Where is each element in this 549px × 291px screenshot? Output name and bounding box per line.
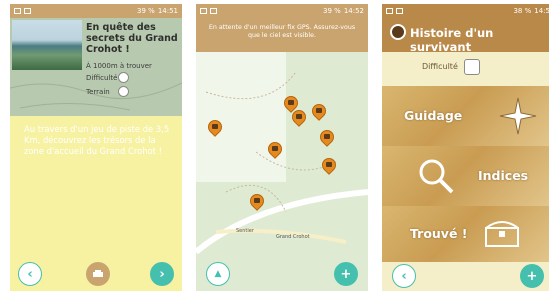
image-icon xyxy=(396,8,403,14)
clock: 14:5 xyxy=(534,7,549,15)
notification-icon xyxy=(386,8,393,14)
treasure-chest-icon xyxy=(485,221,519,247)
gps-banner: En attente d'un meilleur fix GPS. Assure… xyxy=(196,18,368,52)
car-icon xyxy=(93,270,103,277)
add-button[interactable]: + xyxy=(520,264,544,288)
magnifier-icon xyxy=(419,159,454,194)
difficulty-icon xyxy=(118,72,129,83)
trouve-button[interactable]: Trouvé ! xyxy=(382,206,549,262)
screen-adventure-detail: 39 % 14:51 En quête des secrets du Grand… xyxy=(10,4,182,291)
difficulty-icon xyxy=(464,59,480,75)
difficulty-label: Difficulté xyxy=(86,74,118,82)
image-icon xyxy=(24,8,31,14)
prev-button[interactable]: ‹ xyxy=(392,264,416,288)
distance-text: À 1000m à trouver xyxy=(86,62,152,70)
cache-marker[interactable] xyxy=(317,127,337,148)
cache-marker[interactable] xyxy=(205,117,225,138)
add-button[interactable]: + xyxy=(334,262,358,286)
map-view[interactable]: Grand Crohot Sentier xyxy=(196,52,368,291)
notification-icon xyxy=(200,8,207,14)
status-bar: 39 % 14:51 xyxy=(10,4,182,18)
notification-icon xyxy=(14,8,21,14)
adventure-title: En quête des secrets du Grand Crohot ! xyxy=(86,22,178,55)
cache-marker[interactable] xyxy=(265,139,285,160)
screen-cache-actions: 38 % 14:5 Histoire d'un survivant Diffic… xyxy=(382,4,549,291)
image-icon xyxy=(210,8,217,14)
terrain-icon xyxy=(118,86,129,97)
cache-title: Histoire d'un survivant xyxy=(410,26,494,54)
guidage-button[interactable]: Guidage xyxy=(382,86,549,146)
path-label: Sentier xyxy=(236,228,254,234)
compass-button[interactable]: ▲ xyxy=(206,262,230,286)
cache-marker[interactable] xyxy=(247,191,267,212)
status-bar: 38 % 14:5 xyxy=(382,4,549,18)
cache-marker[interactable] xyxy=(319,155,339,176)
terrain-label: Terrain xyxy=(86,88,110,96)
road-label: Grand Crohot xyxy=(276,234,310,240)
cache-marker[interactable] xyxy=(309,101,329,122)
clock: 14:52 xyxy=(343,7,364,15)
car-button[interactable] xyxy=(86,262,110,286)
battery-text: 39 % xyxy=(137,7,155,15)
map-roads xyxy=(196,52,368,255)
guidage-label: Guidage xyxy=(404,108,463,123)
cache-logo-icon xyxy=(390,24,406,40)
battery-text: 39 % xyxy=(323,7,341,15)
difficulty-label: Difficulté xyxy=(422,62,458,71)
prev-button[interactable]: ‹ xyxy=(18,262,42,286)
indices-label: Indices xyxy=(478,168,529,183)
status-bar: 39 % 14:52 xyxy=(196,4,368,18)
compass-rose-icon xyxy=(499,97,537,135)
adventure-description: Au travers d'un jeu de piste de 3,5 Km, … xyxy=(24,124,170,156)
battery-text: 38 % xyxy=(513,7,532,15)
clock: 14:51 xyxy=(157,7,178,15)
adventure-photo xyxy=(12,20,82,70)
cache-marker[interactable] xyxy=(289,107,309,128)
difficulty-row: Difficulté xyxy=(382,52,549,86)
trouve-label: Trouvé ! xyxy=(410,226,468,241)
screen-map: 39 % 14:52 En attente d'un meilleur fix … xyxy=(196,4,368,291)
indices-button[interactable]: Indices xyxy=(382,146,549,206)
next-button[interactable]: › xyxy=(150,262,174,286)
